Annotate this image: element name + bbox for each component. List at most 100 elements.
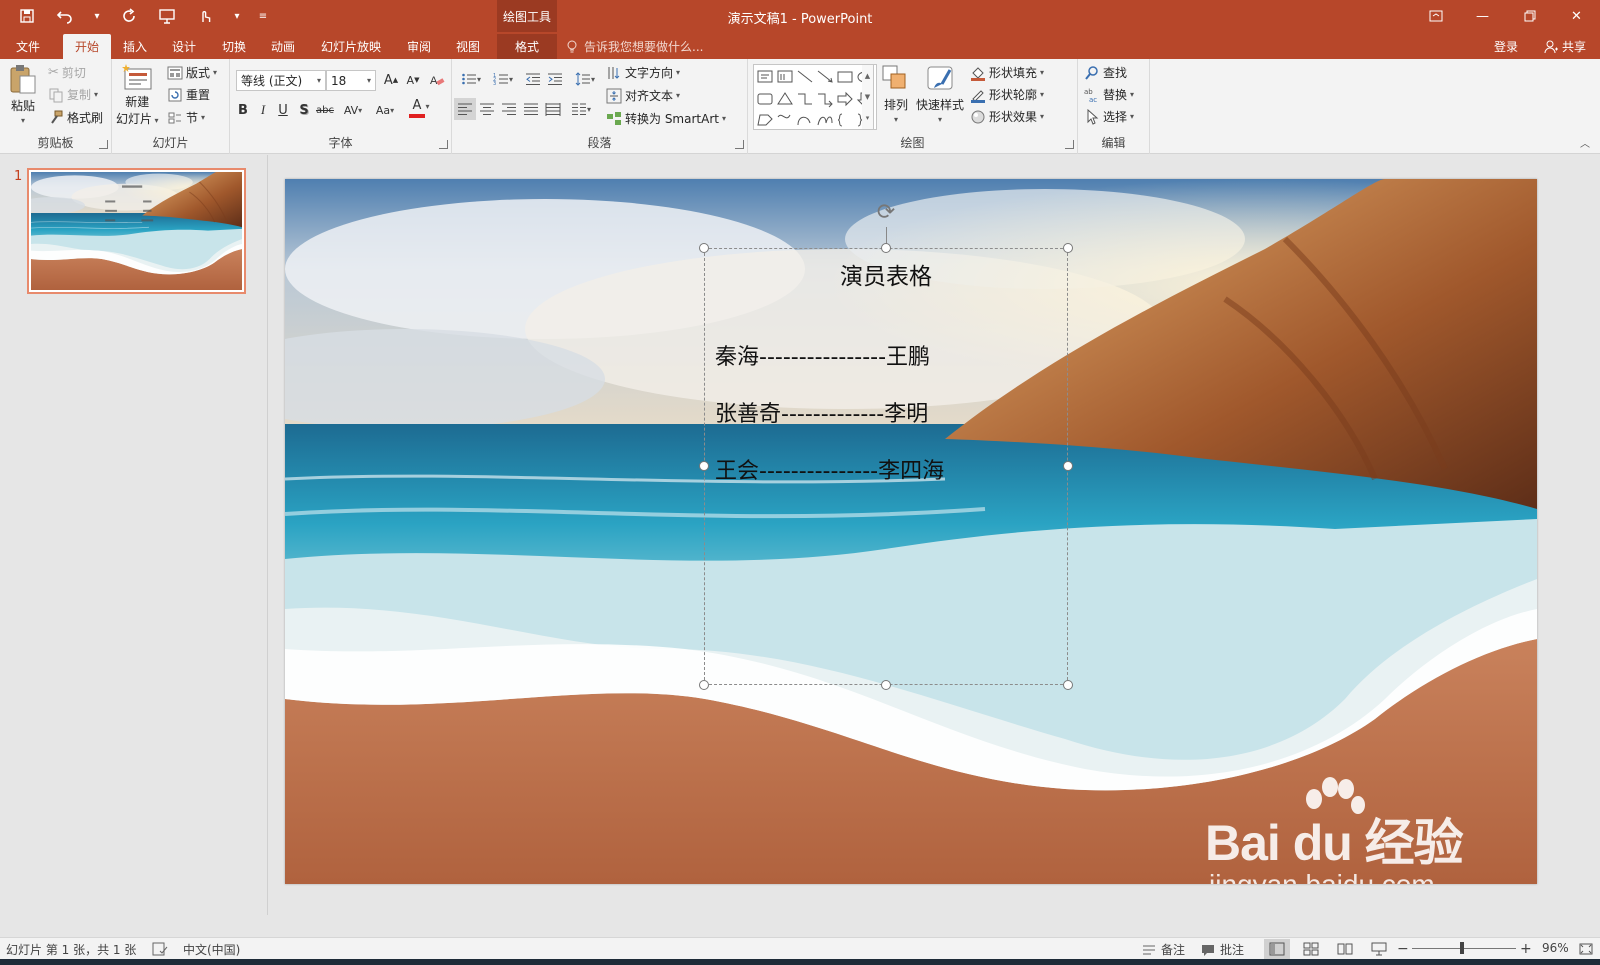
tab-slideshow[interactable]: 幻灯片放映 bbox=[309, 34, 393, 59]
comments-button[interactable]: 批注 bbox=[1200, 941, 1244, 958]
section-button[interactable]: 节 ▾ bbox=[167, 109, 205, 126]
shape-outline-button[interactable]: 形状轮廓 ▾ bbox=[970, 86, 1044, 103]
resize-handle-bottom-left[interactable] bbox=[699, 680, 709, 690]
tab-format[interactable]: 格式 bbox=[497, 34, 557, 59]
bullets-button[interactable]: ▾ bbox=[456, 68, 486, 90]
numbering-button[interactable]: 1 2 3 ▾ bbox=[488, 68, 518, 90]
reading-view-icon[interactable] bbox=[1332, 939, 1358, 959]
present-icon[interactable] bbox=[150, 1, 184, 31]
line-spacing-button[interactable]: ▾ bbox=[570, 68, 600, 90]
touch-mode-icon[interactable] bbox=[188, 1, 222, 31]
resize-handle-top[interactable] bbox=[881, 243, 891, 253]
shrink-font-button[interactable]: A ▼ bbox=[402, 69, 424, 91]
layout-button[interactable]: 版式 ▾ bbox=[167, 64, 217, 81]
tab-insert[interactable]: 插入 bbox=[111, 34, 159, 59]
shape-effects-button[interactable]: 形状效果 ▾ bbox=[970, 108, 1044, 125]
character-spacing-button[interactable]: AV ▾ bbox=[338, 99, 368, 121]
find-button[interactable]: 查找 bbox=[1084, 64, 1127, 81]
gallery-more-icon[interactable]: ▾ bbox=[866, 114, 870, 122]
drawing-launcher-icon[interactable] bbox=[1065, 140, 1074, 149]
columns-button[interactable]: ▾ bbox=[566, 98, 596, 120]
shadow-button[interactable]: S bbox=[293, 99, 315, 121]
font-size-dropdown-icon[interactable]: ▾ bbox=[367, 76, 371, 85]
font-name-combo[interactable]: 等线 (正文) ▾ bbox=[236, 70, 326, 91]
zoom-out-button[interactable]: − bbox=[1397, 941, 1409, 957]
change-case-button[interactable]: Aa ▾ bbox=[370, 99, 400, 121]
gallery-up-icon[interactable]: ▲ bbox=[865, 72, 870, 80]
font-name-dropdown-icon[interactable]: ▾ bbox=[317, 76, 321, 85]
align-text-button[interactable]: 对齐文本 ▾ bbox=[606, 87, 680, 104]
normal-view-icon[interactable] bbox=[1264, 939, 1290, 959]
tab-view[interactable]: 视图 bbox=[444, 34, 492, 59]
italic-button[interactable]: I bbox=[252, 99, 274, 121]
paragraph-launcher-icon[interactable] bbox=[735, 140, 744, 149]
align-center-button[interactable] bbox=[476, 98, 498, 120]
bold-button[interactable]: B bbox=[232, 99, 254, 121]
customize-qat-icon[interactable]: ≡ bbox=[252, 1, 274, 31]
copy-button[interactable]: 复制 ▾ bbox=[48, 86, 98, 103]
format-painter-button[interactable]: 格式刷 bbox=[48, 109, 103, 126]
reset-button[interactable]: 重置 bbox=[167, 86, 210, 103]
quick-styles-button[interactable]: 快速样式 ▾ bbox=[916, 64, 964, 124]
restore-icon[interactable] bbox=[1506, 0, 1553, 32]
resize-handle-top-left[interactable] bbox=[699, 243, 709, 253]
minimize-icon[interactable]: — bbox=[1459, 0, 1506, 32]
shapes-gallery-scroll[interactable]: ▲ ▼ ▾ bbox=[862, 64, 874, 130]
font-size-combo[interactable]: 18 ▾ bbox=[326, 70, 376, 91]
selected-text-box[interactable]: 演员表格 秦海----------------王鹏 张善奇-----------… bbox=[704, 248, 1068, 685]
language-indicator[interactable]: 中文(中国) bbox=[183, 941, 240, 958]
cast-row-2[interactable]: 张善奇-------------李明 bbox=[715, 396, 928, 428]
spell-check-icon[interactable] bbox=[152, 941, 168, 957]
font-color-button[interactable]: A ▾ bbox=[406, 97, 436, 119]
increase-indent-button[interactable] bbox=[544, 68, 566, 90]
sign-in-link[interactable]: 登录 bbox=[1494, 34, 1518, 59]
resize-handle-bottom-right[interactable] bbox=[1063, 680, 1073, 690]
gallery-down-icon[interactable]: ▼ bbox=[865, 93, 870, 101]
tab-home[interactable]: 开始 bbox=[63, 34, 112, 59]
save-icon[interactable] bbox=[10, 1, 44, 31]
arrange-button[interactable]: 排列 ▾ bbox=[881, 64, 911, 124]
share-button[interactable]: 共享 bbox=[1536, 34, 1594, 59]
zoom-in-button[interactable]: + bbox=[1520, 941, 1532, 957]
zoom-slider-thumb[interactable] bbox=[1460, 942, 1464, 954]
slide-thumbnail[interactable] bbox=[27, 168, 246, 294]
resize-handle-right[interactable] bbox=[1063, 461, 1073, 471]
resize-handle-top-right[interactable] bbox=[1063, 243, 1073, 253]
cut-button[interactable]: ✂ 剪切 bbox=[48, 64, 86, 81]
grow-font-button[interactable]: A ▲ bbox=[380, 69, 402, 91]
select-button[interactable]: 选择 ▾ bbox=[1084, 108, 1134, 125]
paste-button[interactable]: 粘贴 ▾ bbox=[8, 63, 38, 125]
tab-review[interactable]: 审阅 bbox=[395, 34, 443, 59]
justify-button[interactable] bbox=[520, 98, 542, 120]
redo-icon[interactable] bbox=[112, 1, 146, 31]
tab-transitions[interactable]: 切换 bbox=[210, 34, 258, 59]
tell-me-box[interactable]: 告诉我您想要做什么... bbox=[566, 34, 703, 59]
zoom-level[interactable]: 96% bbox=[1542, 941, 1569, 955]
slideshow-view-icon[interactable] bbox=[1366, 939, 1392, 959]
zoom-slider-track[interactable] bbox=[1412, 948, 1516, 949]
undo-icon[interactable] bbox=[48, 1, 82, 31]
underline-button[interactable]: U bbox=[272, 99, 294, 121]
fit-to-window-icon[interactable] bbox=[1578, 941, 1594, 957]
undo-dropdown-icon[interactable]: ▾ bbox=[86, 1, 108, 31]
shape-fill-button[interactable]: 形状填充 ▾ bbox=[970, 64, 1044, 81]
slide-canvas[interactable]: 演员表格 秦海----------------王鹏 张善奇-----------… bbox=[285, 179, 1537, 884]
slide-title-text[interactable]: 演员表格 bbox=[705, 257, 1067, 291]
clear-formatting-button[interactable]: A bbox=[426, 69, 448, 91]
rotate-handle-icon[interactable]: ⟳ bbox=[872, 199, 900, 227]
tab-design[interactable]: 设计 bbox=[160, 34, 208, 59]
tab-animations[interactable]: 动画 bbox=[259, 34, 307, 59]
cast-row-1[interactable]: 秦海----------------王鹏 bbox=[715, 339, 930, 371]
close-icon[interactable]: ✕ bbox=[1553, 0, 1600, 32]
ribbon-display-options-icon[interactable] bbox=[1412, 0, 1459, 32]
notes-button[interactable]: 备注 bbox=[1141, 941, 1185, 958]
decrease-indent-button[interactable] bbox=[522, 68, 544, 90]
distributed-button[interactable] bbox=[542, 98, 564, 120]
font-launcher-icon[interactable] bbox=[439, 140, 448, 149]
text-direction-button[interactable]: 文字方向 ▾ bbox=[606, 64, 680, 81]
slide-sorter-view-icon[interactable] bbox=[1298, 939, 1324, 959]
shapes-gallery[interactable] bbox=[753, 64, 877, 130]
resize-handle-left[interactable] bbox=[699, 461, 709, 471]
align-left-button[interactable] bbox=[454, 98, 476, 120]
convert-smartart-button[interactable]: 转换为 SmartArt ▾ bbox=[606, 110, 726, 127]
